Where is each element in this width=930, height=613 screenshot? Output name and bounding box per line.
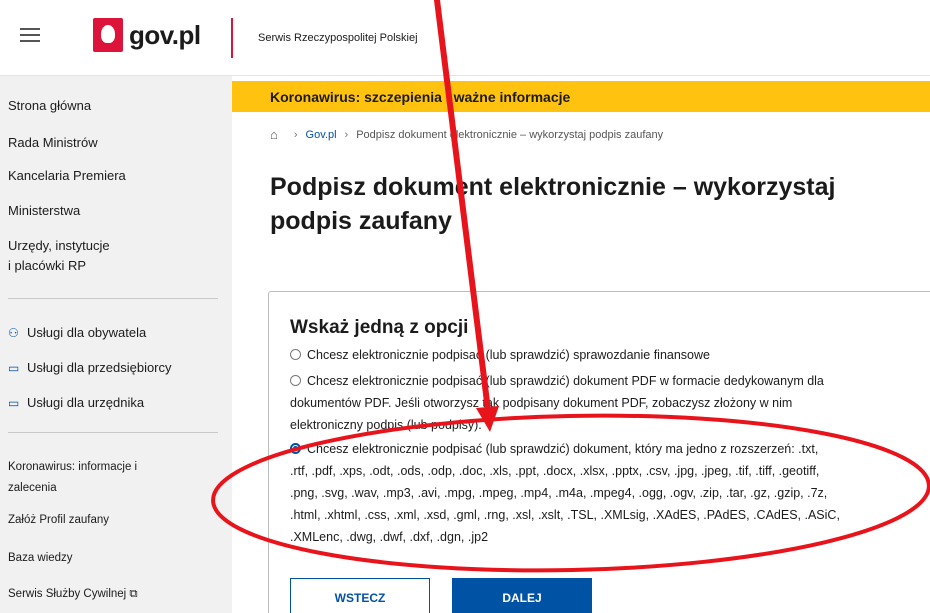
option-text: .png, .svg, .wav, .mp3, .avi, .mpg, .mpe…	[290, 486, 828, 500]
radio-pdf[interactable]	[290, 375, 301, 386]
sidebar-item-trusted-profile[interactable]: Załóż Profil zaufany	[8, 510, 109, 531]
sidebar-item-label: Usługi dla przedsiębiorcy	[27, 360, 172, 375]
person-icon: ⚇	[8, 325, 19, 340]
gov-logo[interactable]: gov.pl	[93, 18, 201, 52]
site-header: gov.pl Serwis Rzeczypospolitej Polskiej	[0, 0, 930, 76]
briefcase-icon: ▭	[8, 360, 20, 375]
back-button[interactable]: WSTECZ	[290, 578, 430, 613]
sidebar-item-business-services[interactable]: ▭ Usługi dla przedsiębiorcy	[8, 360, 172, 375]
breadcrumb-item-current: Podpisz dokument elektronicznie – wykorz…	[356, 128, 664, 141]
radio-other-formats[interactable]	[290, 443, 301, 454]
sidebar-item-covid-info[interactable]: Koronawirus: informacje i zalecenia	[8, 457, 137, 499]
banner-text: Koronawirus: szczepienia i ważne informa…	[270, 89, 571, 105]
option-financial-report[interactable]: Chcesz elektronicznie podpisać (lub spra…	[290, 344, 930, 366]
option-text: Chcesz elektronicznie podpisać (lub spra…	[307, 374, 824, 388]
breadcrumb-item-govpl[interactable]: Gov.pl	[306, 129, 337, 141]
sidebar	[0, 76, 232, 613]
next-button[interactable]: DALEJ	[452, 578, 592, 613]
page-title-line1: Podpisz dokument elektronicznie – wykorz…	[270, 173, 836, 201]
chevron-right-icon: ›	[344, 128, 349, 141]
radio-financial-report[interactable]	[290, 349, 301, 360]
sidebar-item-citizen-services[interactable]: ⚇ Usługi dla obywatela	[8, 325, 146, 340]
option-text: Chcesz elektronicznie podpisać (lub spra…	[307, 442, 819, 456]
chevron-right-icon: ›	[293, 128, 298, 141]
sidebar-item-home[interactable]: Strona główna	[8, 96, 91, 116]
sidebar-divider	[8, 298, 218, 299]
sidebar-item-offices-line2: i placówki RP	[8, 258, 87, 273]
option-text: .rtf, .pdf, .xps, .odt, .ods, .odp, .doc…	[290, 464, 820, 478]
home-icon[interactable]: ⌂	[270, 127, 278, 142]
option-pdf[interactable]: Chcesz elektronicznie podpisać (lub spra…	[290, 370, 930, 436]
sidebar-item-official-services[interactable]: ▭ Usługi dla urzędnika	[8, 395, 144, 410]
page-title-line2: podpis zaufany	[270, 207, 452, 235]
sidebar-item-offices-line1: Urzędy, instytucje	[8, 238, 110, 253]
sidebar-item-council[interactable]: Rada Ministrów	[8, 133, 98, 153]
sidebar-item-civil-service[interactable]: Serwis Służby Cywilnej ⧉	[8, 584, 138, 605]
sidebar-item-label: Usługi dla obywatela	[27, 325, 147, 340]
sidebar-item-covid-line2: zalecenia	[8, 482, 57, 494]
page-title: Podpisz dokument elektronicznie – wykorz…	[270, 170, 930, 238]
option-text: .XMLenc, .dwg, .dwf, .dxf, .dgn, .jp2	[290, 530, 489, 544]
logo-text: gov.pl	[129, 19, 201, 50]
sidebar-item-chancellery[interactable]: Kancelaria Premiera	[8, 166, 126, 186]
option-text: .html, .xhtml, .css, .xml, .xsd, .gml, .…	[290, 508, 840, 522]
option-other-formats[interactable]: Chcesz elektronicznie podpisać (lub spra…	[290, 438, 930, 548]
options-title: Wskaż jedną z opcji	[290, 317, 469, 338]
sidebar-item-label: Usługi dla urzędnika	[27, 395, 145, 410]
covid-banner[interactable]: Koronawirus: szczepienia i ważne informa…	[232, 81, 930, 112]
option-text: elektroniczny podpis (lub podpisy).	[290, 418, 482, 432]
option-text: Chcesz elektronicznie podpisać (lub spra…	[307, 348, 710, 362]
emblem-icon	[93, 18, 123, 52]
sidebar-divider	[8, 432, 218, 433]
service-name: Serwis Rzeczypospolitej Polskiej	[258, 32, 418, 44]
sidebar-item-covid-line1: Koronawirus: informacje i	[8, 461, 138, 473]
hamburger-menu-icon[interactable]	[20, 28, 40, 42]
header-divider	[231, 18, 233, 58]
option-text: dokumentów PDF. Jeśli otworzysz tak podp…	[290, 396, 793, 410]
breadcrumb: ⌂ › Gov.pl › Podpisz dokument elektronic…	[270, 127, 663, 142]
laptop-icon: ▭	[8, 395, 20, 410]
sidebar-item-offices[interactable]: Urzędy, instytucje i placówki RP	[8, 236, 110, 276]
sidebar-item-ministries[interactable]: Ministerstwa	[8, 201, 80, 221]
sidebar-item-knowledge-base[interactable]: Baza wiedzy	[8, 548, 73, 569]
